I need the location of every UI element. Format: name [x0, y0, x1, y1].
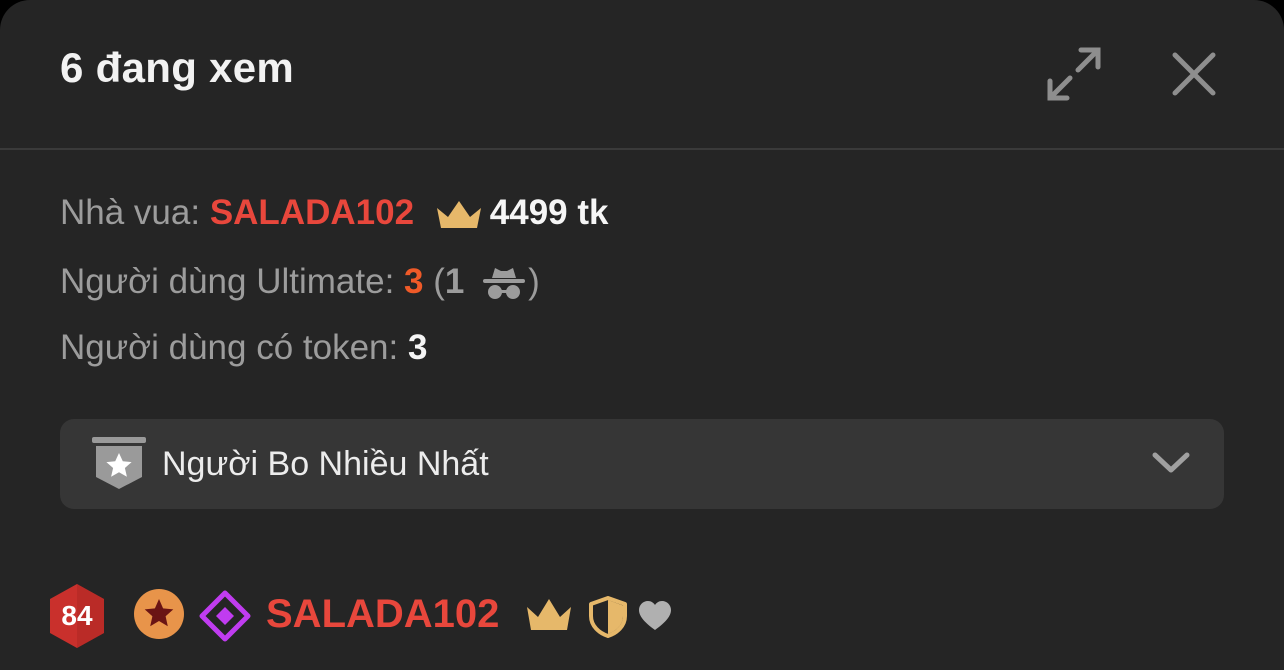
- user-name[interactable]: SALADA102: [266, 592, 499, 637]
- user-level: 84: [61, 600, 93, 631]
- token-users-label: Người dùng có token:: [60, 328, 408, 367]
- ultimate-open-paren: (: [423, 262, 445, 301]
- king-tokens: 4499 tk: [489, 193, 609, 232]
- viewer-count-title: 6 đang xem: [60, 44, 295, 91]
- king-name[interactable]: SALADA102: [210, 193, 414, 232]
- token-users-count: 3: [407, 328, 428, 367]
- expand-icon: [1047, 47, 1101, 101]
- close-icon: [1172, 52, 1216, 96]
- expand-button[interactable]: [1042, 42, 1106, 106]
- ultimate-row: Người dùng Ultimate: 3 (1 ): [60, 262, 540, 302]
- viewers-panel: 6 đang xem Nhà vua: SALADA102 4499 tk Ng…: [0, 0, 1284, 670]
- dropdown-label: Người Bo Nhiều Nhất: [162, 445, 489, 483]
- chevron-down-icon: [1152, 452, 1190, 473]
- incognito-icon: [483, 267, 526, 299]
- crown-icon: [527, 599, 571, 630]
- panel-header: 6 đang xem: [0, 0, 1284, 150]
- ultimate-label: Người dùng Ultimate:: [60, 262, 405, 301]
- diamond-badge-icon: [199, 590, 251, 642]
- anonymous-count: 1: [444, 262, 465, 301]
- king-row: Nhà vua: SALADA102 4499 tk: [60, 193, 609, 233]
- crown-icon: [436, 200, 481, 228]
- shield-icon: [589, 596, 627, 638]
- star-badge-icon: [134, 589, 184, 639]
- close-button[interactable]: [1162, 42, 1226, 106]
- user-list-item[interactable]: 84 SALADA102: [0, 578, 1284, 658]
- token-users-row: Người dùng có token: 3: [60, 328, 427, 368]
- ribbon-star-icon: [92, 437, 146, 489]
- heart-icon: [639, 601, 671, 630]
- king-label: Nhà vua:: [60, 193, 210, 232]
- ultimate-count: 3: [404, 262, 424, 301]
- ultimate-close-paren: ): [528, 262, 540, 301]
- top-tipper-dropdown[interactable]: Người Bo Nhiều Nhất: [60, 419, 1224, 509]
